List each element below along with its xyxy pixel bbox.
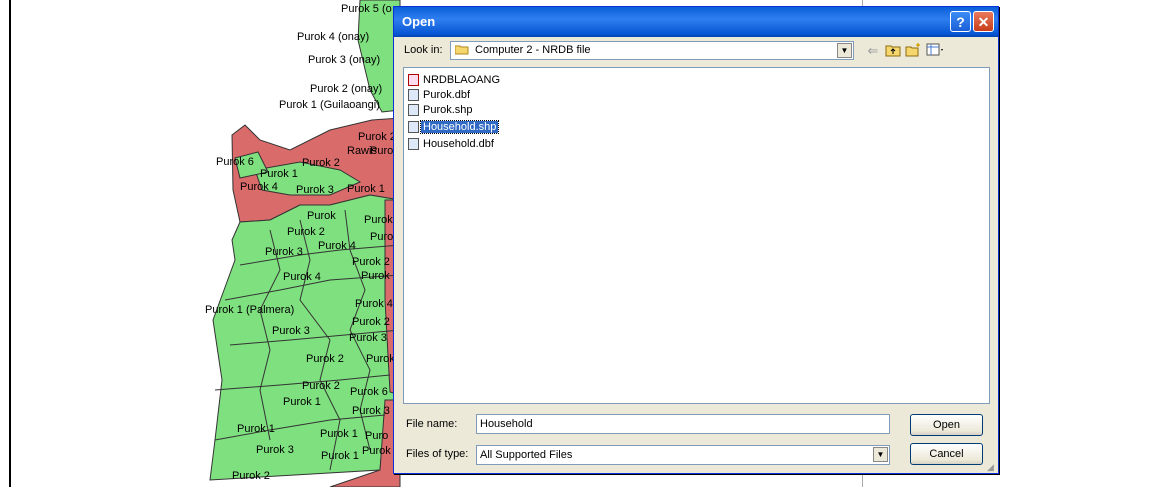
list-item[interactable]: Purok.shp bbox=[408, 103, 475, 118]
nrdb-file-icon bbox=[408, 74, 419, 87]
list-item[interactable]: Purok.dbf bbox=[408, 88, 472, 103]
map-label: Purok 1 bbox=[321, 450, 359, 462]
shp-file-icon bbox=[408, 104, 419, 117]
map-label: Purok 1 bbox=[347, 183, 385, 195]
map-label: Puro bbox=[365, 430, 389, 442]
map-label: Purok 2 bbox=[287, 226, 325, 238]
map-label: Purok 5 (o bbox=[341, 3, 392, 15]
map-label: Puro bbox=[370, 231, 394, 243]
map-label: Purok 1 (Guilaoangi) bbox=[279, 99, 380, 111]
map-label: Purok 1 (Palmera) bbox=[205, 304, 295, 316]
map-label: Purok 2 bbox=[306, 353, 344, 365]
files-of-type-label: Files of type: bbox=[406, 448, 469, 460]
map-label: Purok 3 bbox=[272, 325, 310, 337]
map-label: Purok bbox=[366, 353, 395, 365]
map-label: Purok 4 bbox=[318, 240, 356, 252]
list-item[interactable]: Household.shp bbox=[408, 120, 500, 135]
map-label: Purok bbox=[364, 214, 393, 226]
map-label: Purok 2 bbox=[358, 131, 396, 143]
map-label: Purok 3 (onay) bbox=[308, 54, 381, 66]
map-label: Purok 2 bbox=[352, 316, 390, 328]
map-label: Purok 1 bbox=[237, 423, 275, 435]
dbf-file-icon bbox=[408, 138, 419, 151]
map-label: Purok 2 bbox=[302, 157, 340, 169]
map-label: Purok 1 bbox=[320, 428, 358, 440]
look-in-value: Computer 2 - NRDB file bbox=[475, 44, 591, 56]
map-label: Purok 2 (onay) bbox=[310, 83, 383, 95]
map-label: Purok bbox=[362, 445, 391, 457]
shp-file-icon bbox=[408, 121, 419, 134]
file-list[interactable]: NRDBLAOANG Purok.dbf Purok.shp Household… bbox=[403, 67, 990, 404]
map-label: Purok 1 bbox=[283, 396, 321, 408]
map-label: Purok bbox=[361, 270, 390, 282]
files-of-type-dropdown[interactable]: All Supported Files ▼ bbox=[476, 445, 890, 465]
dialog-title: Open bbox=[402, 14, 436, 29]
map-label: Purok 3 bbox=[296, 184, 334, 196]
map-label: Purok 2 bbox=[302, 380, 340, 392]
open-button[interactable]: Open bbox=[910, 414, 983, 436]
back-arrow-icon[interactable]: ⇐ bbox=[864, 43, 882, 59]
files-of-type-value: All Supported Files bbox=[480, 449, 573, 461]
map-label: Purok 2 bbox=[232, 470, 270, 482]
folder-icon bbox=[455, 45, 469, 55]
close-button[interactable]: ✕ bbox=[973, 11, 994, 32]
look-in-label: Look in: bbox=[404, 44, 443, 56]
map-label: Purok 6 bbox=[350, 386, 388, 398]
map-label: Purok 6 bbox=[216, 156, 254, 168]
up-folder-icon[interactable] bbox=[884, 43, 902, 59]
map-label: Purok 4 bbox=[240, 181, 278, 193]
map-label: Purok 1 bbox=[260, 168, 298, 180]
chevron-down-icon[interactable]: ▼ bbox=[873, 447, 888, 462]
map-label: Purok 3 bbox=[352, 405, 390, 417]
dbf-file-icon bbox=[408, 89, 419, 102]
help-button[interactable]: ? bbox=[950, 11, 971, 32]
chevron-down-icon[interactable]: ▼ bbox=[837, 43, 852, 58]
new-folder-icon[interactable] bbox=[904, 43, 922, 59]
map-label: Purok 4 bbox=[355, 298, 393, 310]
map-label: Purok bbox=[307, 210, 336, 222]
file-name-text: Household.dbf bbox=[423, 138, 494, 150]
view-menu-icon[interactable] bbox=[926, 43, 944, 59]
look-in-dropdown[interactable]: Computer 2 - NRDB file ▼ bbox=[450, 41, 854, 60]
map-label: Purok 4 bbox=[283, 271, 321, 283]
file-name-label: File name: bbox=[406, 418, 458, 430]
cancel-button[interactable]: Cancel bbox=[910, 443, 983, 465]
file-name-field[interactable]: Household bbox=[476, 414, 890, 434]
file-name-text: Purok.dbf bbox=[423, 89, 471, 101]
map-label: Purok 3 bbox=[256, 444, 294, 456]
map-label: Purok 3 bbox=[265, 246, 303, 258]
dialog-titlebar[interactable]: Open ? ✕ bbox=[394, 7, 998, 37]
map-label: Purok 4 (onay) bbox=[297, 31, 370, 43]
list-item[interactable]: Household.dbf bbox=[408, 137, 496, 152]
file-name-text: Purok.shp bbox=[423, 104, 473, 116]
resize-grip-icon[interactable]: ◢ bbox=[987, 462, 997, 472]
close-icon: ✕ bbox=[977, 14, 990, 30]
file-name-text: Household.shp bbox=[419, 120, 500, 134]
list-item[interactable]: NRDBLAOANG bbox=[408, 73, 502, 88]
map-label: Purok 3 bbox=[349, 332, 387, 344]
file-name-text: NRDBLAOANG bbox=[423, 74, 501, 86]
map-label: Purok 2 bbox=[352, 256, 390, 268]
open-file-dialog: Open ? ✕ Look in: Computer 2 - NRDB file… bbox=[393, 6, 999, 474]
help-icon: ? bbox=[956, 14, 965, 30]
